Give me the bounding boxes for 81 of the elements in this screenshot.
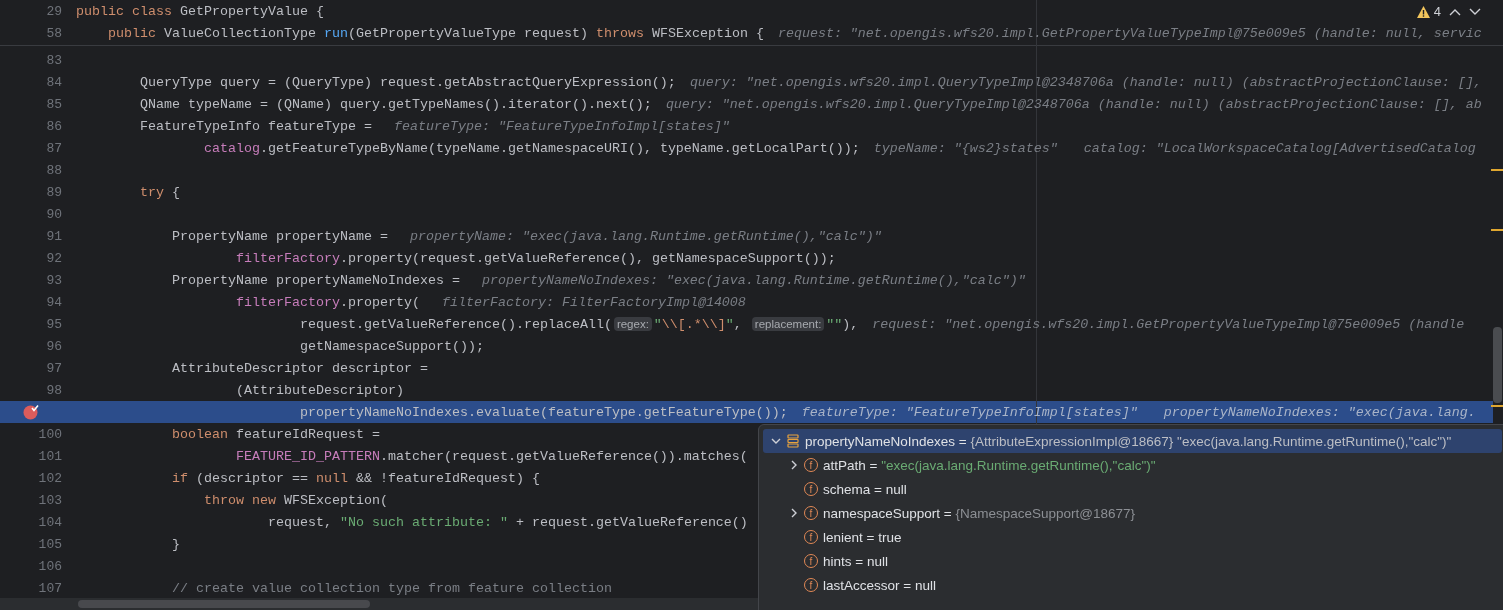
code-text: public class GetPropertyValue { [76,3,324,19]
line-number: 88 [46,162,62,178]
caret-icon[interactable] [771,436,781,446]
code-text: ""), [826,316,859,332]
line-number: 100 [38,426,62,442]
line-number: 97 [46,360,62,376]
line-number: 84 [46,74,62,90]
line-number: 105 [38,536,62,552]
inline-value-hint: propertyName: "exec(java.lang.Runtime.getRuntime(),"calc")" [409,228,882,244]
code-text: // create value collection type from feature collection [170,580,612,596]
chevron-up-icon[interactable] [1449,7,1461,16]
code-text: throw new WFSException( [202,492,388,508]
line-number: 29 [46,3,62,19]
inline-value-hint: propertyNameNoIndexes: "exec(java.lang. [1163,404,1476,420]
code-text: boolean featureIdRequest = [170,426,380,442]
parameter-hint: replacement: [751,317,825,331]
line-number: 98 [46,382,62,398]
variable-entry: propertyNameNoIndexes = {AttributeExpressionImpl@18667} "exec(java.lang.Runtime.getRuntime(),"calc")" [805,433,1452,449]
line-number: 85 [46,96,62,112]
code-text: if (descriptor == null && !featureIdRequest) { [170,470,540,486]
line-number: 86 [46,118,62,134]
inline-value-hint: query: "net.opengis.wfs20.impl.QueryTypeImpl@2348706a (handle: null) (abstractProjectionClause: [], ab [665,96,1482,112]
code-text: request.getValueReference().replaceAll( [298,316,612,332]
line-number: 104 [38,514,62,530]
code-text: QName typeName = (QName) query.getTypeNames().iterator().next(); [139,96,652,112]
inline-value-hint: featureType: "FeatureTypeInfoImpl[states]" [393,118,730,134]
breakpoint-icon[interactable] [23,404,39,420]
line-number: 107 [38,580,62,596]
caret-icon[interactable] [789,508,799,518]
object-stack-icon [787,434,799,448]
line-number: 83 [46,52,62,68]
line-number: 93 [46,272,62,288]
code-text: AttributeDescriptor descriptor = [170,360,428,376]
tree-row[interactable]: propertyNameNoIndexes = {AttributeExpressionImpl@18667} "exec(java.lang.Runtime.getRuntime(),"calc")" [763,429,1502,453]
code-text: FeatureTypeInfo featureType = [139,118,373,134]
line-number: 89 [46,184,62,200]
line-number: 92 [46,250,62,266]
variable-entry[interactable]: hints = null [823,553,888,569]
inline-value-hint: request: "net.opengis.wfs20.impl.GetPropertyValueTypeImpl@75e009e5 (handle [872,316,1465,332]
code-text: catalog.getFeatureTypeByName(typeName.getNamespaceURI(), typeName.getLocalPart()); [202,140,860,156]
inline-value-hint: query: "net.opengis.wfs20.impl.QueryTypeImpl@2348706a (handle: null) (abstractProjectionClause: [], [689,74,1482,90]
inline-value-hint: filterFactory: FilterFactoryImpl@14008 [441,294,746,310]
inline-value-hint: request: "net.opengis.wfs20.impl.GetPropertyValueTypeImpl@75e009e5 (handle: null, servic [777,25,1482,41]
code-text: propertyNameNoIndexes.evaluate(featureType.getFeatureType()); [298,404,788,420]
variable-entry[interactable]: schema = null [823,481,907,497]
code-text: getNamespaceSupport()); [298,338,484,354]
line-number: 58 [46,25,62,41]
inline-value-hint: catalog: "LocalWorkspaceCatalog[AdvertisedCatalog [1083,140,1476,156]
caret-icon[interactable] [789,460,799,470]
variable-entry[interactable]: lenient = true [823,529,902,545]
line-number: 106 [38,558,62,574]
chevron-down-icon[interactable] [1469,7,1481,16]
code-text: try { [139,184,180,200]
variable-entry[interactable]: attPath = "exec(java.lang.Runtime.getRuntime(),"calc")" [823,457,1156,473]
line-number: 96 [46,338,62,354]
code-text: filterFactory.property( [234,294,421,310]
code-text: request, "No such attribute: " + request.getValueReference() [266,514,748,530]
parameter-hint: regex: [613,317,652,331]
code-text: QueryType query = (QueryType) request.getAbstractQueryExpression(); [139,74,676,90]
line-number: 101 [38,448,62,464]
variable-entry[interactable]: lastAccessor = null [823,577,936,593]
inline-value-hint: typeName: "{ws2}states" [873,140,1058,156]
code-text: } [170,536,180,552]
line-number: 102 [38,470,62,486]
code-text: PropertyName propertyName = [170,228,389,244]
line-number: 94 [46,294,62,310]
code-text: "\\[.*\\]", [653,316,743,332]
code-text: filterFactory.property(request.getValueReference(), getNamespaceSupport()); [234,250,836,266]
code-text: public ValueCollectionType run(GetPropertyValueType request) throws WFSException { [107,25,764,41]
warning-count[interactable]: 4 [1433,4,1441,19]
variable-entry[interactable]: namespaceSupport = {NamespaceSupport@18677} [823,505,1136,521]
line-number: 95 [46,316,62,332]
code-text: PropertyName propertyNameNoIndexes = [170,272,461,288]
code-text: FEATURE_ID_PATTERN.matcher(request.getValueReference()).matches( [234,448,748,464]
inline-value-hint: propertyNameNoIndexes: "exec(java.lang.Runtime.getRuntime(),"calc")" [481,272,1026,288]
line-number: 91 [46,228,62,244]
line-number: 103 [38,492,62,508]
code-text: (AttributeDescriptor) [234,382,404,398]
line-number: 90 [46,206,62,222]
line-number: 87 [46,140,62,156]
warning-icon[interactable] [1415,4,1431,19]
